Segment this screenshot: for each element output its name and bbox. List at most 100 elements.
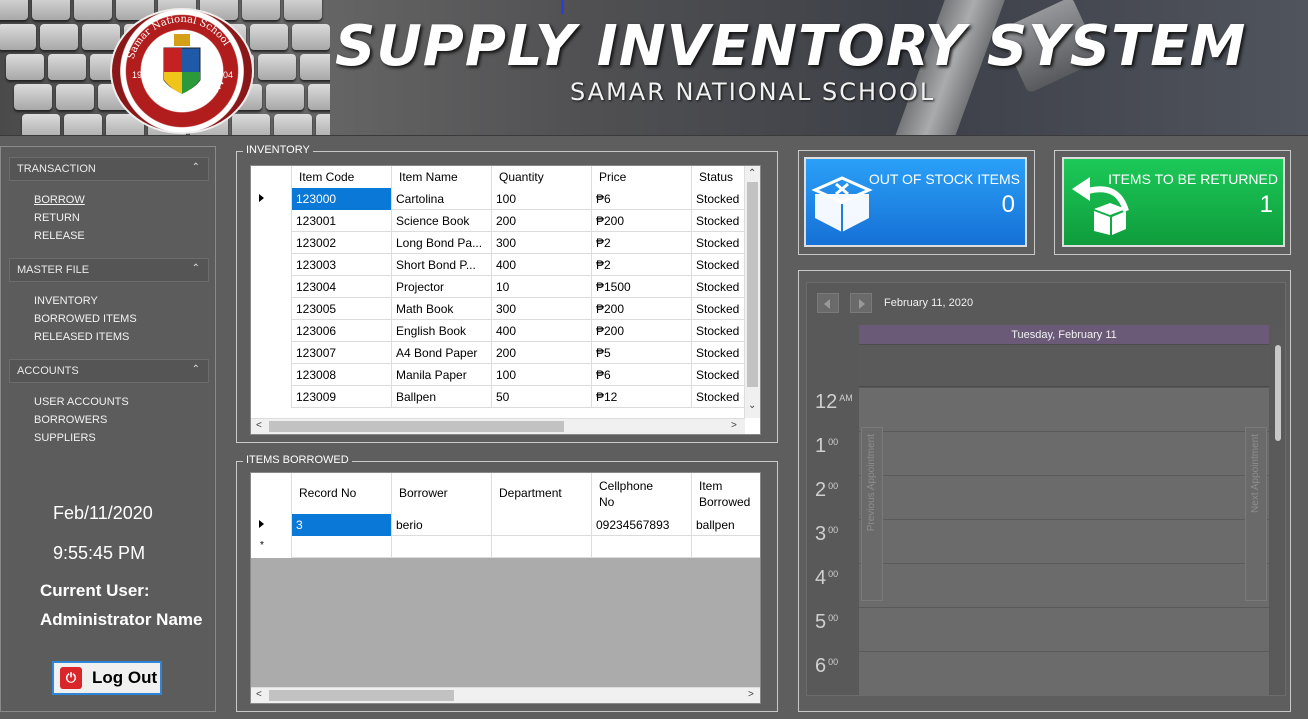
section-accounts[interactable]: ACCOUNTS ⌃ [9,359,209,383]
table-cell[interactable]: Stocked [692,188,752,210]
table-cell[interactable] [492,536,592,558]
table-cell[interactable] [292,536,392,558]
col-borrower[interactable]: Borrower [392,473,492,514]
table-cell[interactable] [692,536,760,558]
table-cell[interactable]: Stocked [692,232,752,254]
logout-button[interactable]: ⏻ Log Out [52,661,162,695]
table-cell[interactable]: ₱5 [592,342,692,364]
prev-day-button[interactable] [817,293,839,313]
table-cell[interactable]: Stocked [692,342,752,364]
table-cell[interactable]: Stocked [692,364,752,386]
table-cell[interactable]: Long Bond Pa... [392,232,492,254]
table-cell[interactable]: ₱6 [592,364,692,386]
table-cell[interactable]: 123006 [292,320,392,342]
table-cell[interactable]: 10 [492,276,592,298]
table-row[interactable]: 123005 Math Book 300 ₱200 Stocked [251,298,752,320]
chevron-up-icon[interactable]: ⌃ [192,364,200,375]
table-cell[interactable]: ballpen [692,514,760,536]
table-cell[interactable]: Stocked [692,210,752,232]
table-cell[interactable]: 100 [492,364,592,386]
scroll-thumb[interactable] [269,690,454,701]
table-cell[interactable]: Projector [392,276,492,298]
table-cell[interactable]: Manila Paper [392,364,492,386]
table-cell[interactable] [592,536,692,558]
table-row[interactable]: 123004 Projector 10 ₱1500 Stocked [251,276,752,298]
table-cell[interactable]: 50 [492,386,592,408]
nav-inventory[interactable]: INVENTORY [34,295,98,307]
table-cell[interactable]: Ballpen [392,386,492,408]
table-cell[interactable]: Stocked [692,298,752,320]
table-row[interactable]: 123003 Short Bond P... 400 ₱2 Stocked [251,254,752,276]
nav-borrow[interactable]: BORROW [34,194,85,206]
row-header[interactable] [251,232,292,254]
row-header[interactable] [251,320,292,342]
row-header[interactable] [251,342,292,364]
table-cell[interactable]: 400 [492,254,592,276]
table-cell[interactable]: 200 [492,342,592,364]
section-master-file[interactable]: MASTER FILE ⌃ [9,258,209,282]
table-cell[interactable]: Stocked [692,320,752,342]
table-cell[interactable]: 123004 [292,276,392,298]
table-cell[interactable]: ₱200 [592,320,692,342]
row-header[interactable] [251,188,292,210]
inventory-vscroll[interactable]: ⌃ ⌄ [744,166,760,418]
inventory-hscroll[interactable]: < > [251,418,745,434]
table-cell[interactable]: 123003 [292,254,392,276]
table-cell[interactable]: 300 [492,298,592,320]
nav-user-accounts[interactable]: USER ACCOUNTS [34,396,129,408]
table-row[interactable]: 123008 Manila Paper 100 ₱6 Stocked [251,364,752,386]
all-day-area[interactable] [859,345,1269,387]
table-cell[interactable]: English Book [392,320,492,342]
table-cell[interactable]: 123002 [292,232,392,254]
table-cell[interactable]: Cartolina [392,188,492,210]
scroll-down-icon[interactable]: ⌄ [748,400,756,411]
table-cell[interactable]: 123001 [292,210,392,232]
table-cell[interactable]: Stocked [692,254,752,276]
inventory-grid[interactable]: Item Code Item Name Quantity Price Statu… [250,165,761,435]
row-header[interactable] [251,364,292,386]
chevron-up-icon[interactable]: ⌃ [192,162,200,173]
col-cellphone[interactable]: Cellphone No [592,473,692,514]
table-cell[interactable]: ₱2 [592,232,692,254]
next-appointment-button[interactable]: Next Appointment [1245,427,1267,601]
nav-return[interactable]: RETURN [34,212,80,224]
scroll-thumb[interactable] [1275,345,1281,441]
scroll-right-icon[interactable]: > [731,420,737,431]
scroll-thumb[interactable] [747,182,758,387]
col-item-code[interactable]: Item Code [292,166,392,188]
out-of-stock-tile[interactable]: OUT OF STOCK ITEMS 0 [804,157,1027,247]
row-header[interactable] [251,386,292,408]
table-row[interactable]: 3 berio 09234567893 ballpen [251,514,760,536]
nav-release[interactable]: RELEASE [34,230,85,242]
col-item-name[interactable]: Item Name [392,166,492,188]
table-cell[interactable]: ₱200 [592,210,692,232]
col-price[interactable]: Price [592,166,692,188]
table-cell[interactable]: A4 Bond Paper [392,342,492,364]
table-cell[interactable]: 300 [492,232,592,254]
col-item-borrowed[interactable]: Item Borrowed [692,473,760,514]
row-header[interactable] [251,210,292,232]
table-cell[interactable]: ₱12 [592,386,692,408]
borrowed-grid[interactable]: Record No Borrower Department Cellphone … [250,472,761,704]
table-row[interactable]: 123007 A4 Bond Paper 200 ₱5 Stocked [251,342,752,364]
table-row[interactable]: 123002 Long Bond Pa... 300 ₱2 Stocked [251,232,752,254]
row-header[interactable] [251,254,292,276]
table-cell[interactable]: Science Book [392,210,492,232]
row-header[interactable] [251,298,292,320]
calendar-vscroll[interactable] [1272,327,1284,695]
table-cell[interactable]: 3 [292,514,392,536]
scroll-thumb[interactable] [269,421,564,432]
col-status[interactable]: Status [692,166,752,188]
nav-borrowed-items[interactable]: BORROWED ITEMS [34,313,137,325]
table-cell[interactable]: 123000 [292,188,392,210]
table-cell[interactable]: 200 [492,210,592,232]
table-cell[interactable] [392,536,492,558]
time-slots[interactable] [859,387,1269,695]
table-cell[interactable]: ₱200 [592,298,692,320]
table-row[interactable]: 123001 Science Book 200 ₱200 Stocked [251,210,752,232]
table-row[interactable]: 123000 Cartolina 100 ₱6 Stocked [251,188,752,210]
table-row[interactable]: 123006 English Book 400 ₱200 Stocked [251,320,752,342]
day-calendar[interactable]: February 11, 2020 Tuesday, February 11 1… [806,282,1286,696]
table-cell[interactable]: Stocked [692,276,752,298]
scroll-right-icon[interactable]: > [748,689,754,700]
